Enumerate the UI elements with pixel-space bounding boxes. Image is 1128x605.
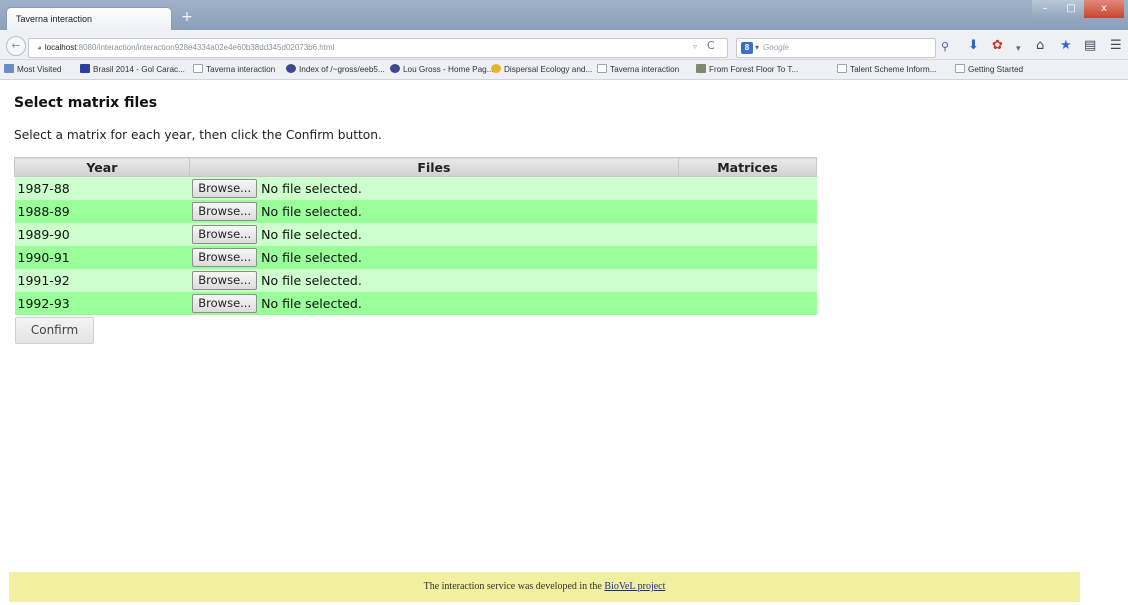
- footer-text: The interaction service was developed in…: [423, 581, 602, 592]
- year-cell: 1992-93: [14, 291, 190, 315]
- bookmark-item[interactable]: Taverna interaction: [193, 64, 275, 74]
- home-icon[interactable]: ⌂: [1036, 38, 1044, 54]
- bookmark-item[interactable]: From Forest Floor To T...: [696, 64, 798, 74]
- confirm-button[interactable]: Confirm: [15, 317, 94, 344]
- browse-button[interactable]: Browse...: [192, 178, 258, 198]
- globe-icon: ◕: [37, 43, 42, 52]
- file-cell: Browse... No file selected.: [189, 176, 679, 200]
- new-tab-button[interactable]: +: [176, 8, 198, 26]
- matrix-files-table: Year Files Matrices 1987-88 Browse... No …: [14, 157, 817, 315]
- site-icon: [286, 64, 296, 73]
- bookmark-folder-icon: [4, 64, 14, 73]
- url-path: :8080/interaction/interaction928e4334a02…: [76, 43, 335, 52]
- bookmark-item[interactable]: Talent Scheme Inform...: [837, 64, 936, 74]
- library-icon[interactable]: ▤: [1084, 38, 1096, 54]
- site-icon: [390, 64, 400, 73]
- addon-caret-icon[interactable]: ▾: [1016, 41, 1021, 57]
- bookmark-item[interactable]: Lou Gross - Home Pag...: [390, 64, 494, 74]
- file-cell: Browse... No file selected.: [189, 291, 679, 315]
- site-icon: [696, 64, 706, 73]
- window-controls: – □ x: [1032, 0, 1124, 18]
- bookmark-item[interactable]: Index of /~gross/eeb5...: [286, 64, 385, 74]
- column-header-files: Files: [188, 157, 680, 177]
- bookmark-item[interactable]: Dispersal Ecology and...: [491, 64, 592, 74]
- back-arrow-icon[interactable]: ←: [6, 36, 26, 56]
- page-icon: [193, 64, 203, 73]
- table-header-row: Year Files Matrices: [14, 157, 817, 177]
- file-cell: Browse... No file selected.: [189, 245, 679, 269]
- column-header-year: Year: [14, 157, 190, 177]
- matrix-cell: [678, 176, 817, 200]
- browse-button[interactable]: Browse...: [192, 270, 258, 290]
- year-cell: 1991-92: [14, 268, 190, 292]
- column-header-matrices: Matrices: [678, 157, 817, 177]
- browser-navbar: ← ◕ localhost:8080/interaction/interactio…: [0, 30, 1128, 60]
- search-engine-caret-icon: ▾: [755, 43, 760, 52]
- browse-button[interactable]: Browse...: [192, 247, 258, 267]
- browse-button[interactable]: Browse...: [192, 224, 258, 244]
- bookmark-star-icon[interactable]: ★: [1060, 38, 1072, 54]
- matrix-cell: [678, 268, 817, 292]
- search-icon[interactable]: ⚲: [941, 40, 949, 53]
- table-row: 1990-91 Browse... No file selected.: [14, 245, 817, 269]
- table-row: 1992-93 Browse... No file selected.: [14, 291, 817, 315]
- search-engine-icon[interactable]: 8: [741, 41, 753, 54]
- page-title: Select matrix files: [14, 95, 158, 111]
- browse-button[interactable]: Browse...: [192, 201, 258, 221]
- search-bar[interactable]: 8 ▾ Google: [736, 38, 936, 58]
- file-cell: Browse... No file selected.: [189, 222, 679, 246]
- tab-title: Taverna interaction: [16, 14, 93, 24]
- close-window-button[interactable]: x: [1084, 0, 1124, 18]
- page-icon: [597, 64, 607, 73]
- bookmark-item[interactable]: Most Visited: [4, 64, 61, 74]
- maximize-button[interactable]: □: [1058, 0, 1084, 18]
- page-icon: [837, 64, 847, 73]
- matrix-cell: [678, 199, 817, 223]
- year-cell: 1987-88: [14, 176, 190, 200]
- download-icon[interactable]: ⬇: [968, 38, 979, 54]
- matrix-cell: [678, 222, 817, 246]
- year-cell: 1990-91: [14, 245, 190, 269]
- bookmark-item[interactable]: Brasil 2014 - Gol Carac...: [80, 64, 185, 74]
- browser-titlebar: Taverna interaction + – □ x: [0, 0, 1128, 30]
- minimize-button[interactable]: –: [1032, 0, 1058, 18]
- site-icon: [491, 64, 501, 73]
- matrix-cell: [678, 245, 817, 269]
- matrix-cell: [678, 291, 817, 315]
- menu-icon[interactable]: ☰: [1110, 38, 1122, 54]
- file-status: No file selected.: [261, 249, 362, 265]
- biovel-project-link[interactable]: BioVeL project: [604, 581, 665, 592]
- file-cell: Browse... No file selected.: [189, 199, 679, 223]
- url-dropdown-icon[interactable]: ▿: [693, 42, 697, 51]
- bookmark-item[interactable]: Taverna interaction: [597, 64, 679, 74]
- bookmarks-toolbar: Most Visited Brasil 2014 - Gol Carac... …: [0, 60, 1128, 80]
- search-placeholder: Google: [763, 43, 789, 52]
- file-status: No file selected.: [261, 272, 362, 288]
- file-status: No file selected.: [261, 226, 362, 242]
- file-status: No file selected.: [261, 180, 362, 196]
- url-host: localhost: [44, 43, 77, 52]
- instructions-text: Select a matrix for each year, then clic…: [14, 128, 382, 142]
- table-row: 1991-92 Browse... No file selected.: [14, 268, 817, 292]
- bookmark-item[interactable]: Getting Started: [955, 64, 1023, 74]
- browser-tab[interactable]: Taverna interaction: [6, 7, 172, 30]
- table-row: 1989-90 Browse... No file selected.: [14, 222, 817, 246]
- table-row: 1987-88 Browse... No file selected.: [14, 176, 817, 200]
- file-status: No file selected.: [261, 203, 362, 219]
- flag-icon: [80, 64, 90, 73]
- year-cell: 1989-90: [14, 222, 190, 246]
- browse-button[interactable]: Browse...: [192, 293, 258, 313]
- page-icon: [955, 64, 965, 73]
- file-status: No file selected.: [261, 295, 362, 311]
- year-cell: 1988-89: [14, 199, 190, 223]
- file-cell: Browse... No file selected.: [189, 268, 679, 292]
- url-bar[interactable]: ◕ localhost:8080/interaction/interaction9…: [28, 38, 728, 58]
- table-row: 1988-89 Browse... No file selected.: [14, 199, 817, 223]
- footer-banner: The interaction service was developed in…: [9, 572, 1080, 602]
- addon-icon[interactable]: ✿: [992, 38, 1003, 54]
- reload-icon[interactable]: C: [707, 39, 715, 52]
